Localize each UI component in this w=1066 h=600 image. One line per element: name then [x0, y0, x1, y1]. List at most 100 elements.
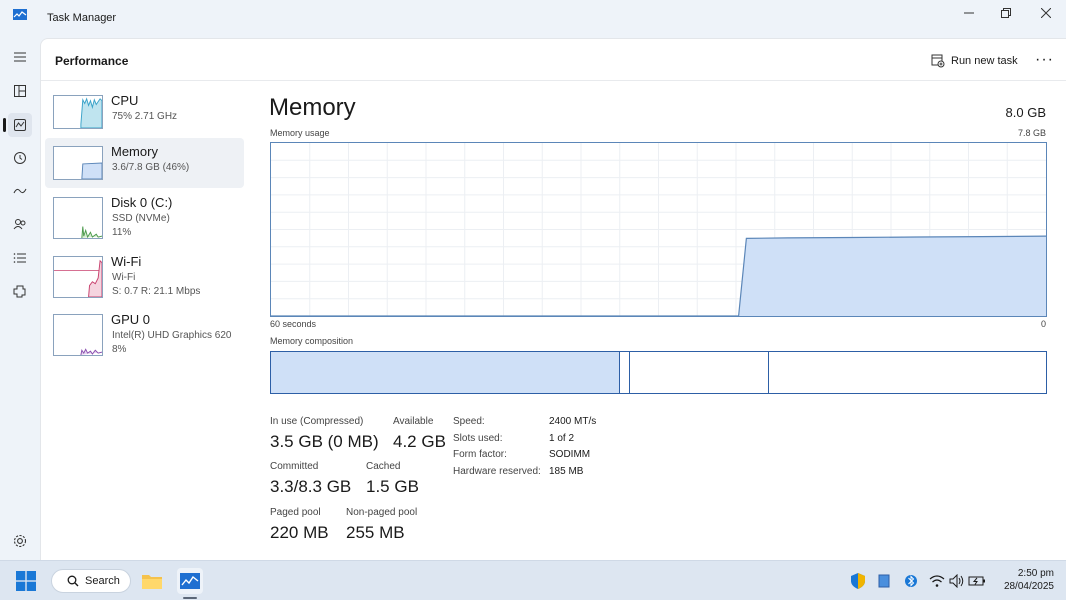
minimize-button[interactable]: [950, 0, 988, 26]
restore-icon: [1001, 8, 1011, 18]
battery-charging-icon: [968, 576, 985, 586]
device-item-gpu[interactable]: GPU 0 Intel(R) UHD Graphics 620 8%: [45, 306, 244, 364]
device-detail: 11%: [112, 227, 132, 238]
device-name: Wi-Fi: [111, 254, 142, 269]
nav-performance[interactable]: [8, 113, 32, 137]
spec-value: 185 MB: [549, 466, 584, 477]
non-paged-pool-label: Non-paged pool: [346, 507, 418, 518]
available-value: 4.2 GB: [393, 432, 446, 451]
title-bar: Task Manager: [0, 0, 1066, 38]
performance-icon: [14, 119, 26, 131]
non-paged-pool-value: 255 MB: [346, 523, 405, 542]
history-icon: [14, 152, 26, 164]
device-detail: SSD (NVMe): [112, 213, 170, 224]
tablet-icon: [878, 574, 890, 588]
minimize-icon: [964, 12, 974, 14]
task-manager-taskbar-button[interactable]: [177, 568, 203, 594]
paged-pool-label: Paged pool: [270, 507, 321, 518]
composition-segment-modified[interactable]: [618, 352, 629, 393]
device-detail: S: 0.7 R: 21.1 Mbps: [112, 286, 201, 297]
device-item-disk[interactable]: Disk 0 (C:) SSD (NVMe) 11%: [45, 189, 244, 247]
taskbar-search[interactable]: Search: [51, 569, 131, 593]
run-new-task-button[interactable]: Run new task: [931, 52, 1018, 70]
details-icon: [13, 253, 26, 263]
run-new-task-label: Run new task: [951, 55, 1018, 67]
device-detail: Intel(R) UHD Graphics 620: [112, 330, 232, 341]
committed-label: Committed: [270, 461, 319, 472]
nav-users[interactable]: [8, 212, 32, 236]
spec-value: 1 of 2: [549, 433, 575, 444]
memory-usage-chart: [270, 142, 1047, 317]
tablet-tray-button[interactable]: [875, 572, 893, 590]
spec-value: 2400 MT/s: [549, 416, 597, 427]
cpu-thumbnail-graph: [53, 95, 103, 129]
nav-processes[interactable]: [8, 79, 32, 103]
page-title: Performance: [55, 54, 129, 68]
taskbar: Search 2:50 pm 28/04/2025: [0, 560, 1066, 600]
spec-key: Slots used:: [453, 433, 503, 444]
security-tray-button[interactable]: [849, 572, 867, 590]
settings-gear-icon[interactable]: [11, 532, 29, 550]
composition-segment-standby[interactable]: [628, 352, 768, 393]
device-item-memory[interactable]: Memory 3.6/7.8 GB (46%): [45, 138, 244, 188]
nav-details[interactable]: [8, 246, 32, 270]
spec-key: Speed:: [453, 416, 485, 427]
device-detail: 3.6/7.8 GB (46%): [112, 162, 190, 173]
task-manager-icon: [180, 573, 200, 589]
battery-tray-button[interactable]: [968, 572, 986, 590]
detail-title: Memory: [269, 94, 356, 121]
services-icon: [13, 285, 26, 298]
cached-label: Cached: [366, 461, 401, 472]
device-item-cpu[interactable]: CPU 75% 2.71 GHz: [45, 87, 244, 137]
chart-time-label: 60 seconds: [270, 319, 317, 329]
windows-start-icon[interactable]: [16, 571, 36, 591]
hamburger-menu-button[interactable]: [8, 45, 32, 69]
folder-icon: [142, 575, 162, 589]
run-task-icon: [931, 54, 945, 68]
restore-button[interactable]: [987, 0, 1025, 26]
device-detail: 75% 2.71 GHz: [112, 111, 178, 122]
wifi-tray-button[interactable]: [928, 572, 946, 590]
active-nav-indicator: [3, 118, 6, 132]
more-options-button[interactable]: ···: [1035, 51, 1054, 69]
volume-tray-button[interactable]: [948, 572, 966, 590]
memory-capacity: 8.0 GB: [1005, 105, 1046, 120]
wifi-icon: [929, 575, 945, 587]
device-name: CPU: [111, 93, 139, 108]
processes-icon: [14, 85, 26, 97]
bluetooth-tray-button[interactable]: [902, 572, 920, 590]
composition-segment-in-use[interactable]: [271, 352, 619, 393]
device-name: Disk 0 (C:): [111, 195, 173, 210]
committed-value: 3.3/8.3 GB: [270, 477, 352, 496]
window-title: Task Manager: [47, 12, 117, 24]
clock-time: 2:50 pm: [1017, 568, 1054, 579]
nav-rail: [0, 38, 40, 560]
close-icon: [1041, 8, 1051, 18]
memory-thumbnail-graph: [53, 146, 103, 180]
disk-thumbnail-graph: [53, 197, 103, 239]
device-name: GPU 0: [111, 312, 151, 327]
wifi-thumbnail-graph: [53, 256, 103, 298]
shield-icon: [851, 573, 865, 589]
close-button[interactable]: [1027, 0, 1065, 26]
in-use-label: In use (Compressed): [270, 416, 364, 427]
main-panel: Performance Run new task ··· CPU 75% 2.7…: [40, 38, 1066, 560]
device-item-wifi[interactable]: Wi-Fi Wi-Fi S: 0.7 R: 21.1 Mbps: [45, 248, 244, 306]
memory-usage-max: 7.8 GB: [1017, 128, 1046, 138]
memory-composition-bar: [270, 351, 1047, 394]
nav-app-history[interactable]: [8, 146, 32, 170]
nav-services[interactable]: [8, 279, 32, 303]
users-icon: [13, 219, 26, 230]
file-explorer-button[interactable]: [139, 568, 165, 594]
nav-startup-apps[interactable]: [8, 179, 32, 203]
bluetooth-icon: [905, 575, 917, 587]
composition-segment-free[interactable]: [767, 352, 1046, 393]
task-manager-app-icon: [13, 9, 27, 20]
memory-composition-label: Memory composition: [270, 336, 354, 346]
speaker-icon: [949, 574, 964, 588]
search-label: Search: [85, 575, 120, 587]
chart-zero-label: 0: [1040, 319, 1046, 329]
startup-icon: [13, 188, 27, 194]
taskbar-clock[interactable]: 2:50 pm 28/04/2025: [990, 567, 1054, 593]
clock-date: 28/04/2025: [1003, 581, 1054, 592]
